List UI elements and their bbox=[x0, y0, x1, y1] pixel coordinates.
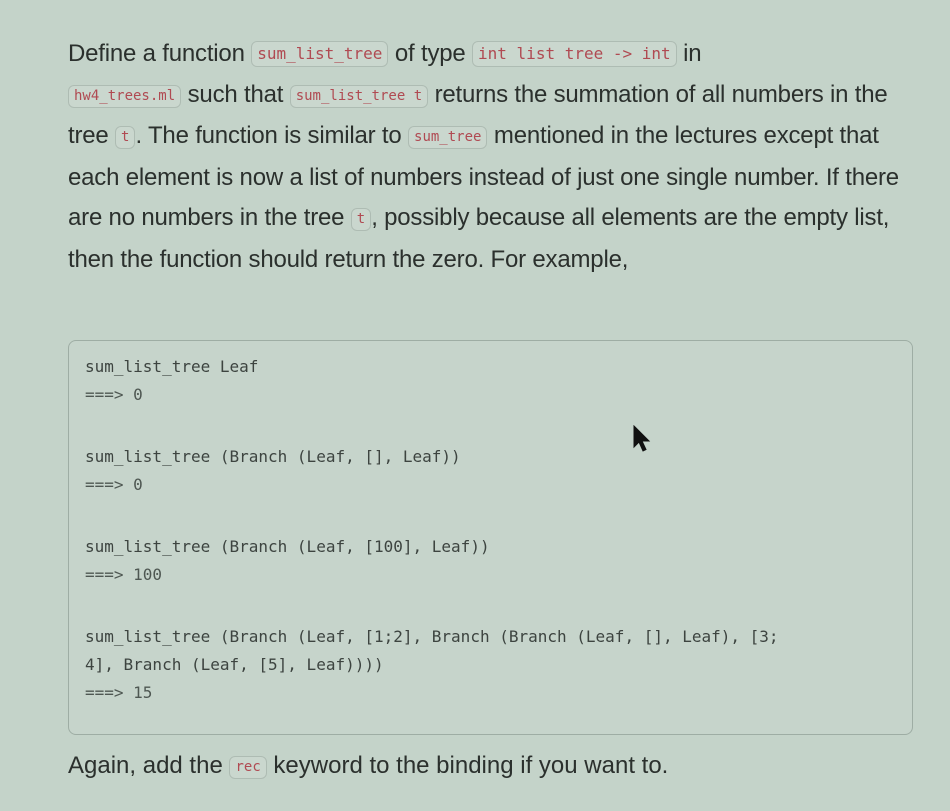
text-define: Define a function bbox=[68, 40, 252, 67]
text-similar: . The function is similar to bbox=[135, 122, 409, 150]
footer-text-before: Again, add the bbox=[68, 752, 230, 779]
example-code-line: sum_list_tree (Branch (Leaf, [100], Leaf… bbox=[85, 537, 490, 556]
mouse-pointer-icon bbox=[633, 425, 651, 452]
example-result: ===> 100 bbox=[85, 565, 163, 584]
example-3: sum_list_tree (Branch (Leaf, [100], Leaf… bbox=[85, 533, 896, 589]
text-such-that: such that bbox=[181, 80, 290, 108]
example-result: ===> 0 bbox=[85, 475, 143, 494]
example-result: ===> 0 bbox=[85, 385, 143, 404]
example-4: sum_list_tree (Branch (Leaf, [1;2], Bran… bbox=[85, 623, 896, 707]
inline-code-var-t-2: t bbox=[350, 208, 372, 232]
example-code-line: sum_list_tree (Branch (Leaf, [], Leaf)) bbox=[85, 447, 461, 466]
example-code-line: 4], Branch (Leaf, [5], Leaf)))) bbox=[85, 655, 384, 674]
example-2: sum_list_tree (Branch (Leaf, [], Leaf)) … bbox=[85, 443, 896, 499]
inline-code-call-expression: sum_list_tree t bbox=[289, 84, 429, 108]
inline-code-sum-tree: sum_tree bbox=[408, 126, 488, 150]
example-1: sum_list_tree Leaf ===> 0 bbox=[85, 353, 896, 409]
footer-note: Again, add the rec keyword to the bindin… bbox=[68, 746, 668, 787]
example-code-line: sum_list_tree (Branch (Leaf, [1;2], Bran… bbox=[85, 627, 779, 646]
examples-code-block: sum_list_tree Leaf ===> 0 sum_list_tree … bbox=[68, 340, 913, 735]
example-result: ===> 15 bbox=[85, 683, 153, 702]
description-paragraph: Define a function sum_list_tree of type … bbox=[68, 34, 928, 281]
inline-code-var-t: t bbox=[115, 126, 136, 150]
inline-code-filename: hw4_trees.ml bbox=[68, 84, 182, 108]
inline-code-function-type: int list tree -> int bbox=[472, 41, 677, 67]
text-in: in bbox=[676, 40, 702, 67]
text-of-type: of type bbox=[388, 40, 473, 67]
footer-text-after: keyword to the binding if you want to. bbox=[266, 752, 669, 779]
example-code-line: sum_list_tree Leaf bbox=[85, 357, 259, 376]
inline-code-function-name: sum_list_tree bbox=[251, 41, 389, 67]
problem-description: Define a function sum_list_tree of type … bbox=[68, 34, 928, 281]
inline-code-rec-keyword: rec bbox=[229, 756, 267, 779]
